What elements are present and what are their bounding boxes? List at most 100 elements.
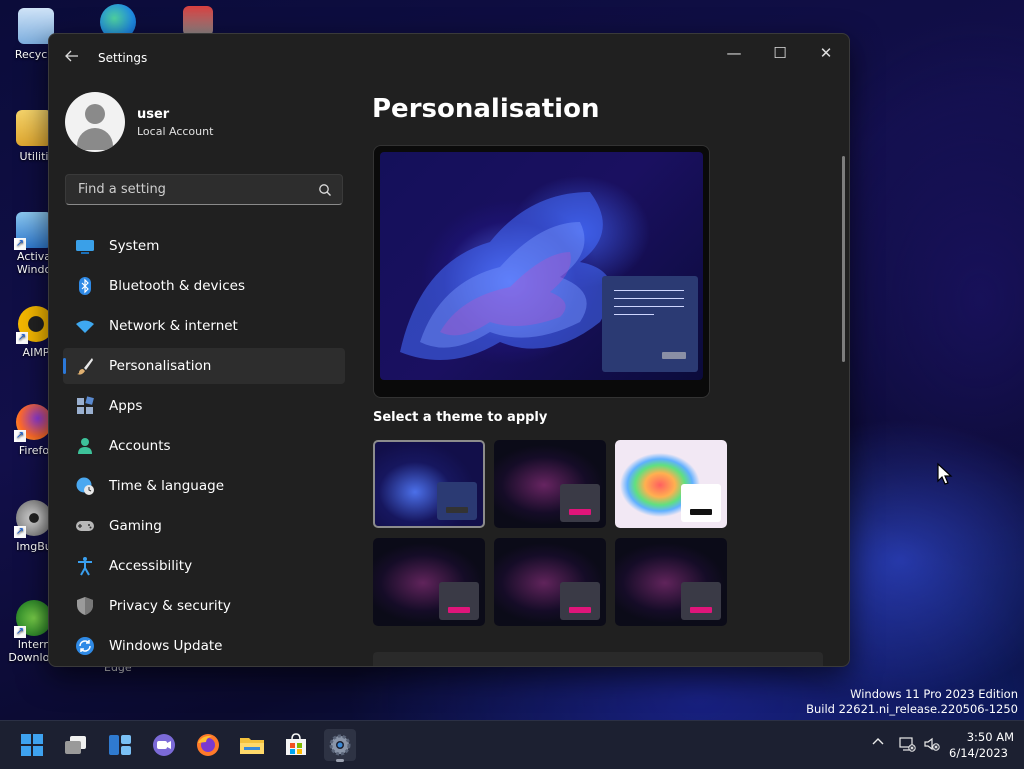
bluetooth-icon: [79, 277, 91, 295]
chevron-up-icon: [872, 738, 884, 745]
task-view-button[interactable]: [60, 729, 92, 761]
theme-accent-bar: [569, 607, 591, 613]
shortcut-arrow-icon: ↗: [16, 332, 28, 344]
theme-tile-4[interactable]: [373, 538, 485, 626]
settings-icon: [329, 734, 351, 756]
update-icon: [76, 637, 94, 655]
avatar-body: [77, 128, 113, 150]
minimize-icon: —: [726, 44, 742, 62]
brush-icon: [77, 358, 93, 375]
gamepad-icon: [76, 521, 94, 531]
clock-time[interactable]: 3:50 AM: [948, 730, 1014, 744]
watermark-edition: Windows 11 Pro 2023 Edition: [850, 687, 1018, 701]
app-title: Settings: [98, 51, 148, 65]
preview-wallpaper: [380, 152, 703, 380]
nav-item-apps[interactable]: Apps: [63, 388, 345, 424]
preview-window: [602, 276, 698, 372]
theme-mini-window: [560, 582, 600, 620]
search-input[interactable]: [76, 181, 310, 198]
theme-accent-bar: [690, 509, 712, 515]
nav-label: Privacy & security: [109, 598, 231, 614]
widgets-button[interactable]: [104, 729, 136, 761]
clock-date[interactable]: 6/14/2023: [948, 746, 1008, 760]
close-button[interactable]: ✕: [803, 38, 849, 68]
search-box[interactable]: [65, 174, 343, 205]
theme-mini-window: [681, 582, 721, 620]
theme-accent-bar: [448, 607, 470, 613]
toolbox-icon: [183, 6, 213, 36]
shortcut-arrow-icon: ↗: [14, 626, 26, 638]
preview-line: [614, 314, 654, 315]
wifi-icon: [76, 320, 94, 333]
arrow-left-icon: [65, 50, 78, 62]
nav-label: Bluetooth & devices: [109, 278, 246, 294]
nav-item-accounts[interactable]: Accounts: [63, 428, 345, 464]
user-name: user: [137, 107, 170, 122]
nav-label: Time & language: [109, 478, 225, 494]
theme-mini-window: [437, 482, 477, 520]
firefox-button[interactable]: [192, 729, 224, 761]
start-icon: [21, 734, 43, 756]
nav-label: Gaming: [109, 518, 162, 534]
theme-mini-window: [681, 484, 721, 522]
theme-preview: [373, 145, 710, 398]
theme-tile-6[interactable]: [615, 538, 727, 626]
nav-label: System: [109, 238, 160, 254]
watermark-build: Build 22621.ni_release.220506-1250: [806, 702, 1018, 716]
nav-label: Personalisation: [109, 358, 212, 374]
store-icon: [286, 733, 306, 755]
settings-taskbar-button[interactable]: [324, 729, 356, 762]
account-type: Local Account: [137, 125, 214, 138]
nav-item-personalisation[interactable]: Personalisation: [63, 348, 345, 384]
theme-tile-2[interactable]: [494, 440, 606, 528]
preview-line: [614, 306, 684, 307]
preview-line: [614, 298, 684, 299]
back-button[interactable]: [61, 48, 83, 68]
nav-label: Accessibility: [109, 558, 193, 574]
mouse-cursor-icon: [937, 462, 953, 485]
nav-item-system[interactable]: System: [63, 228, 345, 264]
nav-item-accessibility[interactable]: Accessibility: [63, 548, 345, 584]
chat-button[interactable]: [148, 729, 180, 761]
settings-nav: System Bluetooth & devices Network & int…: [63, 228, 345, 666]
minimize-button[interactable]: —: [711, 38, 757, 68]
folder-icon: [16, 110, 52, 146]
nav-item-bluetooth[interactable]: Bluetooth & devices: [63, 268, 345, 304]
theme-tile-1[interactable]: [373, 440, 485, 528]
start-button[interactable]: [16, 729, 48, 761]
nav-item-network[interactable]: Network & internet: [63, 308, 345, 344]
store-button[interactable]: [280, 729, 312, 761]
file-explorer-icon: [240, 738, 264, 754]
maximize-button[interactable]: ☐: [757, 38, 803, 68]
firefox-icon: ↗: [14, 404, 52, 442]
nav-item-time-language[interactable]: Time & language: [63, 468, 345, 504]
file-explorer-button[interactable]: [236, 729, 268, 761]
theme-accent-bar: [569, 509, 591, 515]
show-hidden-icons-button[interactable]: [868, 735, 888, 755]
nav-item-gaming[interactable]: Gaming: [63, 508, 345, 544]
theme-mini-window: [560, 484, 600, 522]
theme-tile-3[interactable]: [615, 440, 727, 528]
theme-tile-5[interactable]: [494, 538, 606, 626]
themes-heading: Select a theme to apply: [373, 410, 548, 425]
task-view-icon: [65, 736, 86, 754]
nav-label: Apps: [109, 398, 143, 414]
active-indicator: [336, 759, 344, 762]
nav-item-windows-update[interactable]: Windows Update: [63, 628, 345, 664]
avatar[interactable]: [65, 92, 125, 152]
next-setting-card[interactable]: [373, 652, 823, 666]
search-icon: [319, 184, 331, 196]
title-bar[interactable]: Settings — ☐ ✕: [49, 34, 849, 82]
shortcut-arrow-icon: ↗: [14, 526, 26, 538]
monitor-icon: [76, 240, 94, 254]
scrollbar-thumb[interactable]: [842, 156, 845, 362]
volume-button[interactable]: [922, 735, 942, 755]
nav-label: Accounts: [109, 438, 171, 454]
download-manager-icon: ↗: [14, 600, 52, 638]
preview-button: [662, 352, 686, 359]
nav-label: Network & internet: [109, 318, 238, 334]
network-status-button[interactable]: [897, 735, 917, 755]
settings-window: Settings — ☐ ✕ user Local Account System…: [48, 33, 850, 667]
shortcut-arrow-icon: ↗: [14, 430, 26, 442]
nav-item-privacy[interactable]: Privacy & security: [63, 588, 345, 624]
